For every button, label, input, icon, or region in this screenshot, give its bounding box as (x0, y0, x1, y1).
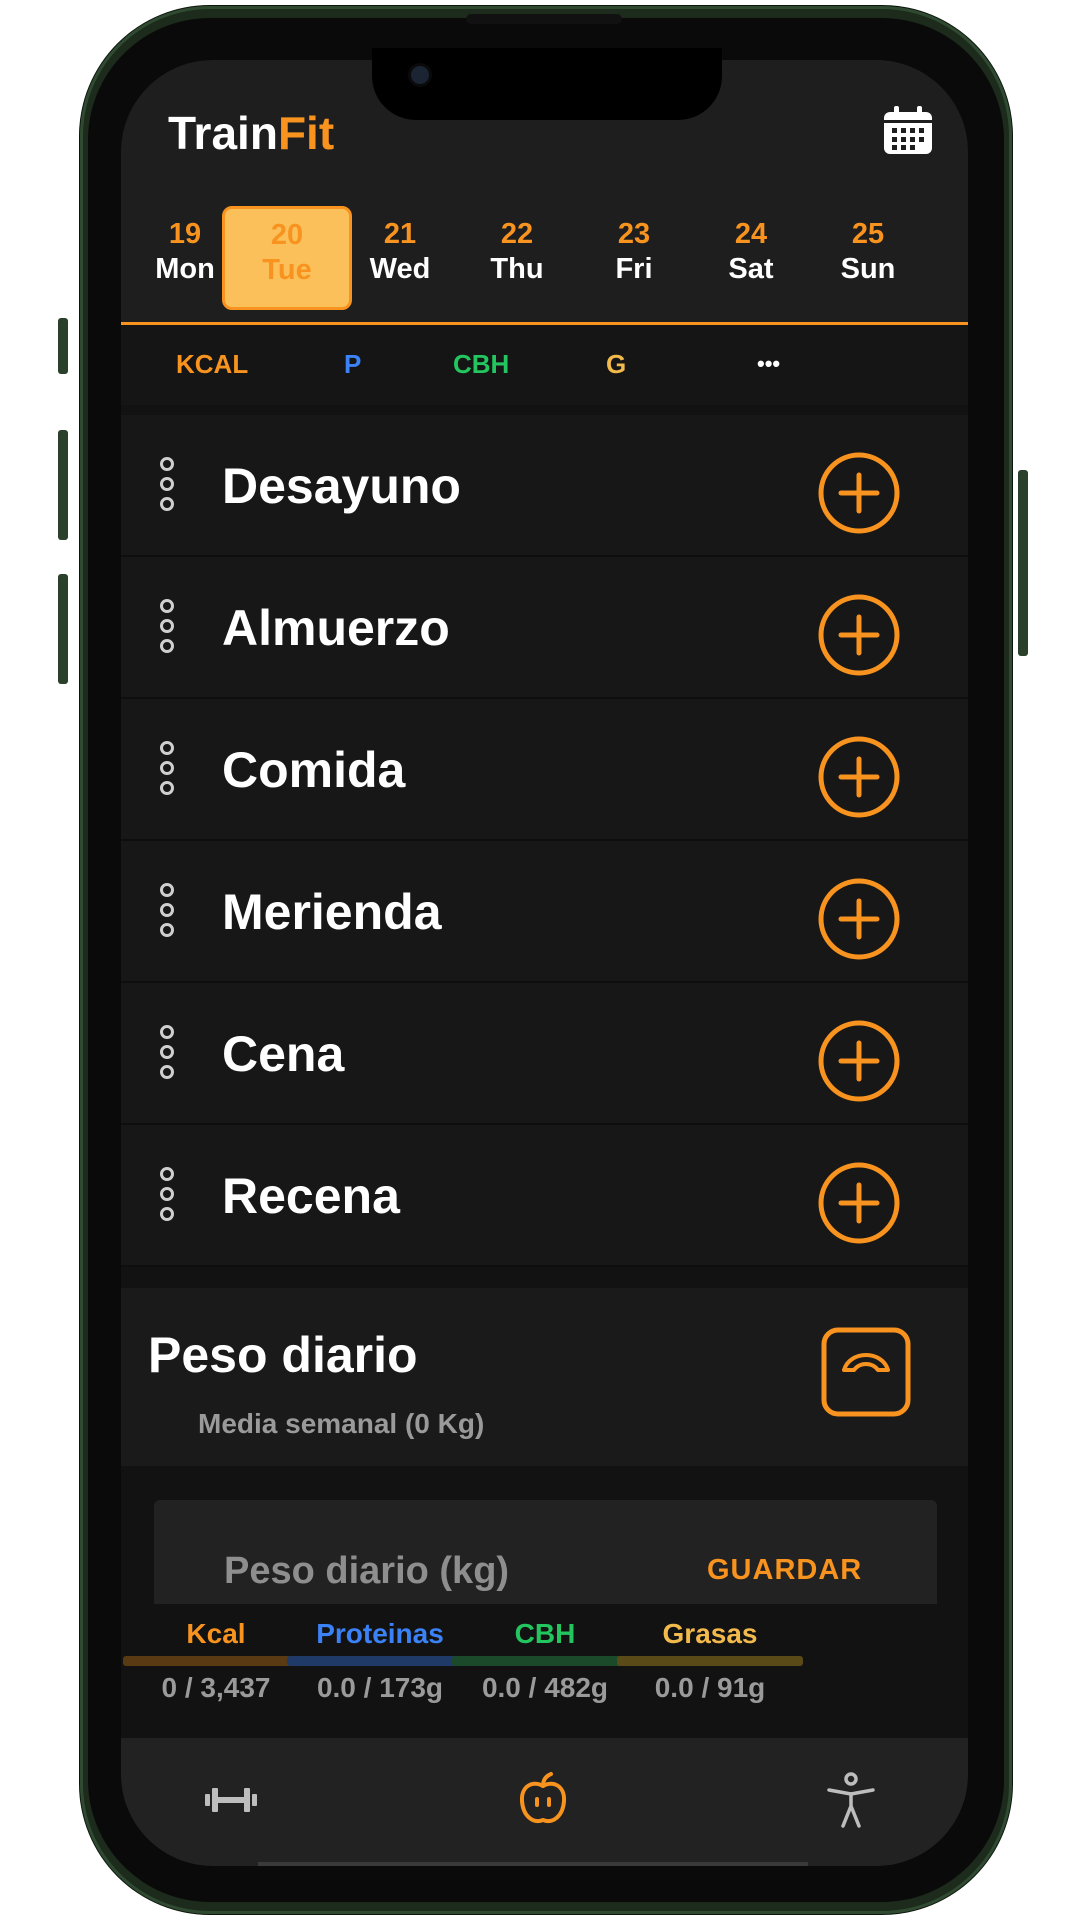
dumbbell-icon[interactable] (201, 1770, 261, 1830)
drag-handle-icon[interactable] (157, 1167, 177, 1221)
summary-value: 0.0 / 482g (481, 1672, 609, 1703)
meal-label: Comida (222, 742, 406, 798)
add-food-icon[interactable] (817, 735, 901, 819)
day-21[interactable]: 21 Wed (341, 208, 459, 308)
summary-fat: Grasas 0.0 / 91g (615, 1618, 805, 1704)
summary-value: 0.0 / 91g (654, 1672, 766, 1703)
meal-row-comida[interactable]: Comida (121, 699, 968, 841)
tab-fat[interactable]: G (606, 349, 626, 380)
more-options-icon[interactable]: ••• (757, 351, 780, 377)
person-icon[interactable] (821, 1770, 881, 1830)
tab-kcal[interactable]: KCAL (176, 349, 248, 380)
progress-bar (452, 1656, 638, 1666)
summary-protein: Proteinas 0.0 / 173g (285, 1618, 475, 1704)
macro-summary: Kcal 0 / 3,437 Proteinas 0.0 / 173g CBH … (121, 1604, 968, 1739)
add-food-icon[interactable] (817, 451, 901, 535)
drag-handle-icon[interactable] (157, 883, 177, 937)
day-23[interactable]: 23 Fri (575, 208, 693, 308)
summary-kcal: Kcal 0 / 3,437 (121, 1618, 311, 1704)
front-camera (411, 66, 429, 84)
macro-filter-tabs: KCAL P CBH G ••• (121, 325, 968, 405)
meal-row-merienda[interactable]: Merienda (121, 841, 968, 983)
calendar-icon[interactable] (882, 104, 934, 156)
drag-handle-icon[interactable] (157, 741, 177, 795)
progress-bar (287, 1656, 473, 1666)
drag-handle-icon[interactable] (157, 457, 177, 511)
day-24[interactable]: 24 Sat (692, 208, 810, 308)
tab-protein[interactable]: P (344, 349, 361, 380)
day-25[interactable]: 25 Sun (809, 208, 927, 308)
summary-label: Kcal (186, 1618, 246, 1649)
summary-label: Grasas (662, 1618, 758, 1649)
week-day-selector: 19 Mon 20 Tue 21 Wed 22 Thu 23 Fri 24 Sat 25 Su… (121, 194, 968, 325)
home-indicator (258, 1862, 808, 1866)
progress-bar (617, 1656, 803, 1666)
apple-icon[interactable] (513, 1770, 573, 1830)
phone-notch (372, 48, 722, 120)
power-button (1018, 470, 1028, 656)
summary-value: 0 / 3,437 (161, 1672, 271, 1703)
meal-row-recena[interactable]: Recena (121, 1125, 968, 1267)
meal-label: Recena (222, 1168, 400, 1224)
meal-row-almuerzo[interactable]: Almuerzo (121, 557, 968, 699)
add-food-icon[interactable] (817, 593, 901, 677)
tab-carbs[interactable]: CBH (453, 349, 509, 380)
meal-row-desayuno[interactable]: Desayuno (121, 415, 968, 557)
volume-down-button (58, 574, 68, 684)
silent-switch (58, 318, 68, 374)
meal-row-cena[interactable]: Cena (121, 983, 968, 1125)
weight-input[interactable]: Peso diario (kg) (224, 1550, 509, 1593)
drag-handle-icon[interactable] (157, 599, 177, 653)
summary-carbs: CBH 0.0 / 482g (450, 1618, 640, 1704)
progress-bar (123, 1656, 309, 1666)
summary-label: Proteinas (316, 1618, 444, 1649)
drag-handle-icon[interactable] (157, 1025, 177, 1079)
app-screen: TrainFit 19 Mon 20 Tue 21 Wed 22 Thu 23 Fri 2… (121, 60, 968, 1866)
meal-label: Merienda (222, 884, 442, 940)
summary-label: CBH (514, 1618, 576, 1649)
day-20-selected[interactable]: 20 Tue (222, 206, 352, 310)
meal-label: Cena (222, 1026, 345, 1082)
weighing-scale-icon[interactable] (820, 1326, 912, 1418)
weekly-average-text: Media semanal (0 Kg) (198, 1408, 485, 1439)
add-food-icon[interactable] (817, 877, 901, 961)
app-title: TrainFit (168, 107, 335, 159)
add-food-icon[interactable] (817, 1019, 901, 1103)
volume-up-button (58, 430, 68, 540)
bottom-navigation (121, 1738, 968, 1866)
meal-label: Desayuno (222, 458, 461, 514)
save-button[interactable]: GUARDAR (707, 1554, 862, 1587)
add-food-icon[interactable] (817, 1161, 901, 1245)
daily-weight-section: Peso diario Media semanal (0 Kg) (121, 1288, 968, 1466)
weight-input-card: Peso diario (kg) GUARDAR (154, 1500, 937, 1620)
meal-label: Almuerzo (222, 600, 450, 656)
earpiece-speaker (466, 14, 622, 24)
summary-value: 0.0 / 173g (316, 1672, 444, 1703)
section-title: Peso diario (148, 1327, 418, 1383)
day-22[interactable]: 22 Thu (458, 208, 576, 308)
